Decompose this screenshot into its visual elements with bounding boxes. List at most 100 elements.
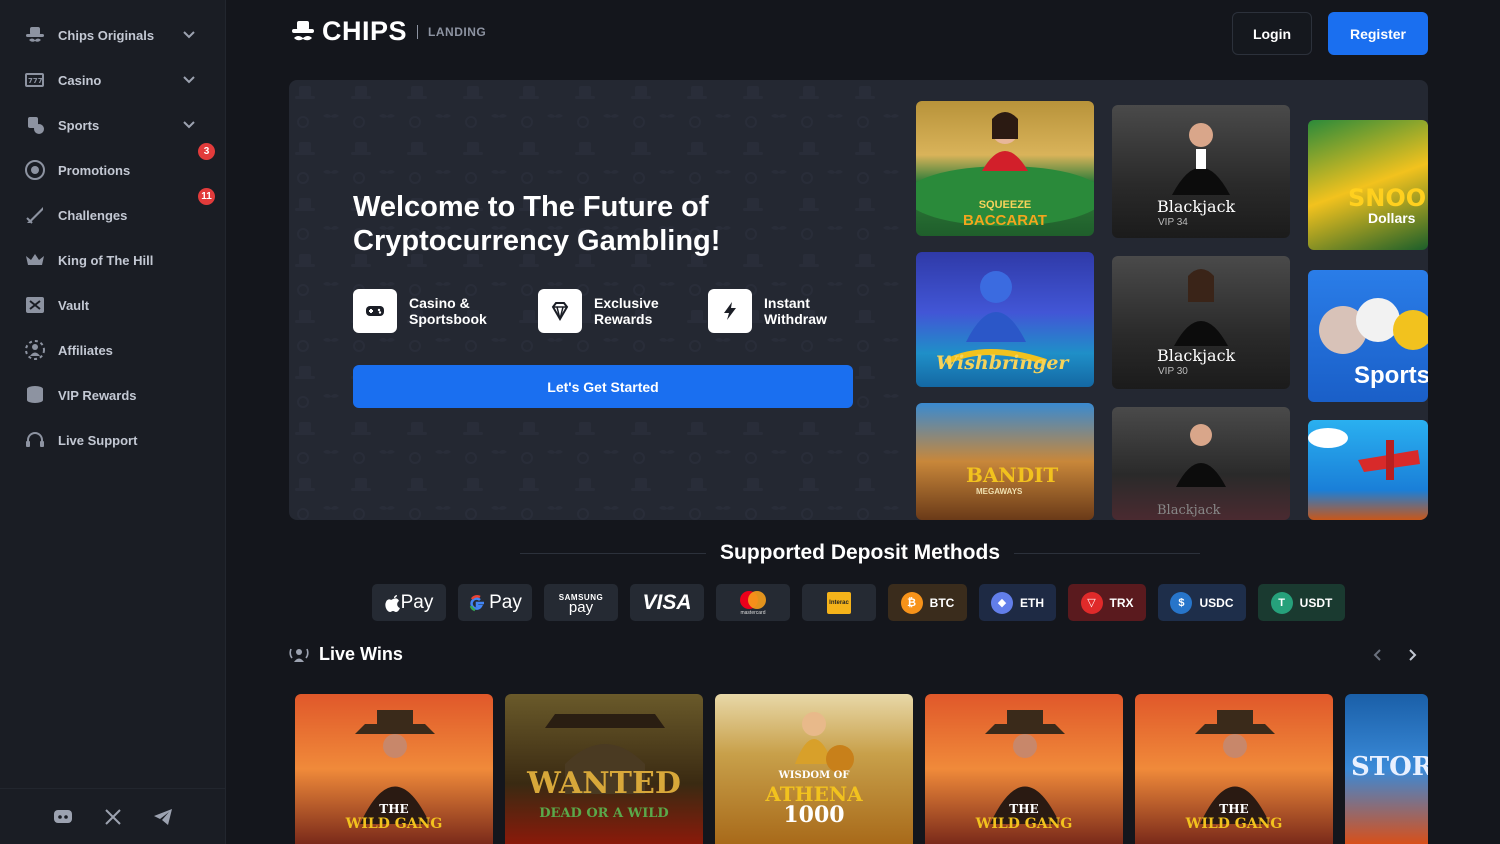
live-win-card[interactable]: STORM xyxy=(1345,694,1428,844)
tile-title: Wishbringer xyxy=(936,352,1069,374)
sidebar-item-vip-rewards[interactable]: VIP Rewards xyxy=(22,380,202,410)
live-win-card[interactable]: THE WILD GANG xyxy=(295,694,493,844)
samsung-pay-method[interactable]: SAMSUNG pay xyxy=(544,584,618,621)
payment-label: Pay xyxy=(400,591,434,613)
live-win-card[interactable]: WISDOM OF ATHENA 1000 xyxy=(715,694,913,844)
game-tile-blackjack-vip-30[interactable]: Blackjack VIP 30 xyxy=(1112,256,1290,389)
affiliates-icon xyxy=(22,337,48,363)
tile-title: Blackjack xyxy=(1157,346,1236,365)
mastercard-method[interactable]: mastercard xyxy=(716,584,790,621)
site-logo[interactable]: CHIPS LANDING xyxy=(290,16,486,47)
sidebar-item-vault[interactable]: Vault xyxy=(22,290,202,320)
feature-exclusive-rewards: Exclusive Rewards xyxy=(538,289,694,333)
game-tile-bandit-megaways[interactable]: BANDIT MEGAWAYS xyxy=(916,403,1094,520)
ethereum-icon: ◆ xyxy=(991,591,1013,614)
btc-method[interactable]: ₿ BTC xyxy=(888,584,967,621)
game-tile-aviator[interactable] xyxy=(1308,420,1428,520)
payment-label: BTC xyxy=(929,595,955,610)
live-win-card[interactable]: THE WILD GANG xyxy=(1135,694,1333,844)
live-win-card[interactable]: WANTED DEAD OR A WILD xyxy=(505,694,703,844)
mastercard-icon xyxy=(740,590,766,609)
live-wins-title: Live Wins xyxy=(319,644,403,664)
sidebar-item-casino[interactable]: 777 Casino xyxy=(22,65,202,95)
feature-label: Exclusive Rewards xyxy=(594,295,659,327)
diamond-icon xyxy=(538,289,582,333)
apple-icon xyxy=(384,594,400,612)
sidebar-item-chips-originals[interactable]: Chips Originals xyxy=(22,20,202,50)
payment-label: USDT xyxy=(1299,595,1333,610)
live-wins-heading: Live Wins xyxy=(289,644,403,665)
usdc-method[interactable]: $ USDC xyxy=(1158,584,1246,621)
prev-arrow-icon[interactable] xyxy=(1367,645,1387,665)
login-button[interactable]: Login xyxy=(1232,12,1312,55)
payment-label: VISA xyxy=(642,590,692,614)
plane-illustration xyxy=(1308,428,1420,480)
tile-title: Blackjack xyxy=(1157,503,1221,518)
chevron-down-icon[interactable] xyxy=(182,117,196,136)
sidebar-item-sports[interactable]: Sports xyxy=(22,110,202,140)
game-tile-snoop-dogg-dollars[interactable]: SNOOP Dollars xyxy=(1308,120,1428,250)
tile-title: BANDIT xyxy=(966,463,1059,487)
visa-method[interactable]: VISA xyxy=(630,584,704,621)
feature-label: Instant Withdraw xyxy=(764,295,827,327)
tile-title: Blackjack xyxy=(1157,197,1236,216)
game-tile-blackjack[interactable]: Blackjack xyxy=(1112,407,1290,520)
sidebar-item-label: Sports xyxy=(58,117,100,133)
telegram-icon[interactable] xyxy=(151,805,175,829)
live-wins-icon xyxy=(289,648,309,662)
apple-pay-method[interactable]: Pay xyxy=(372,584,446,621)
discord-icon[interactable] xyxy=(51,805,75,829)
promotions-icon xyxy=(22,157,48,183)
get-started-button[interactable]: Let's Get Started xyxy=(353,365,853,408)
tile-title: SQUEEZE xyxy=(978,199,1032,211)
hero-banner: Welcome to The Future of Cryptocurrency … xyxy=(289,80,1428,520)
sidebar-item-label: Chips Originals xyxy=(58,27,155,43)
game-tile-blackjack-vip-34[interactable]: Blackjack VIP 34 xyxy=(1112,105,1290,238)
google-icon xyxy=(469,594,485,611)
divider-line xyxy=(1014,552,1200,554)
social-links xyxy=(0,788,226,844)
game-title: 1000 xyxy=(783,802,845,828)
payment-label: Pay xyxy=(489,591,522,613)
tile-subtitle: VIP 30 xyxy=(1158,366,1188,377)
sidebar-item-label: Vault xyxy=(58,297,90,313)
payment-label: USDC xyxy=(1199,595,1234,610)
game-tile-wishbringer[interactable]: Wishbringer xyxy=(916,252,1094,387)
sidebar-item-label: King of The Hill xyxy=(58,252,154,268)
game-title: WILD GANG xyxy=(975,816,1073,832)
game-title: THE xyxy=(1219,802,1249,816)
sidebar-item-live-support[interactable]: Live Support xyxy=(22,425,202,455)
game-tile-squeeze-baccarat[interactable]: SQUEEZE BACCARAT xyxy=(916,101,1094,236)
google-pay-method[interactable]: Pay xyxy=(458,584,532,621)
live-win-card[interactable]: THE WILD GANG xyxy=(925,694,1123,844)
x-icon[interactable] xyxy=(101,805,125,829)
game-title: THE xyxy=(1009,802,1039,816)
feature-label: Casino & Sportsbook xyxy=(409,295,487,327)
sidebar-item-challenges[interactable]: Challenges xyxy=(22,200,202,230)
sidebar-item-affiliates[interactable]: Affiliates xyxy=(22,335,202,365)
eth-method[interactable]: ◆ ETH xyxy=(979,584,1056,621)
promotions-badge: 3 xyxy=(198,143,215,160)
svg-text:777: 777 xyxy=(28,77,43,85)
sidebar-item-promotions[interactable]: Promotions xyxy=(22,155,202,185)
chevron-down-icon[interactable] xyxy=(182,72,196,91)
gamepad-icon xyxy=(353,289,397,333)
logo-divider xyxy=(417,24,419,39)
sidebar-item-label: Promotions xyxy=(58,162,131,178)
deposit-title: Supported Deposit Methods xyxy=(720,541,1000,564)
interac-method[interactable]: Interac xyxy=(802,584,876,621)
bitcoin-icon: ₿ xyxy=(900,591,923,614)
register-button[interactable]: Register xyxy=(1328,12,1428,55)
feature-instant-withdraw: Instant Withdraw xyxy=(708,289,864,333)
dealer-illustration xyxy=(1174,269,1228,346)
game-tile-sports[interactable]: Sports xyxy=(1308,270,1428,402)
sidebar-item-king-of-the-hill[interactable]: King of The Hill xyxy=(22,245,202,275)
sidebar-item-label: Live Support xyxy=(58,432,138,448)
dealer-illustration xyxy=(1172,123,1230,195)
chevron-down-icon[interactable] xyxy=(182,27,196,46)
tile-title: Dollars xyxy=(1368,210,1416,226)
trx-method[interactable]: ▽ TRX xyxy=(1068,584,1146,621)
headset-icon xyxy=(22,427,48,453)
usdt-method[interactable]: T USDT xyxy=(1258,584,1345,621)
next-arrow-icon[interactable] xyxy=(1403,645,1423,665)
